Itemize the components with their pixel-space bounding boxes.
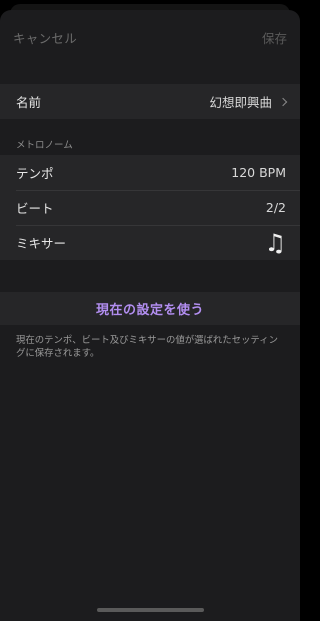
navigation-bar: キャンセル 保存 (0, 10, 300, 64)
tempo-label: テンポ (16, 166, 54, 181)
name-label: 名前 (16, 95, 42, 110)
beat-row[interactable]: ビート 2/2 (0, 190, 300, 225)
beat-value: 2/2 (265, 200, 286, 215)
chevron-right-icon (278, 97, 288, 106)
name-row[interactable]: 名前 幻想即興曲 (0, 84, 300, 119)
tempo-value: 120 BPM (231, 165, 286, 180)
name-group: 名前 幻想即興曲 (0, 84, 300, 119)
use-current-settings-button[interactable]: 現在の設定を使う (96, 299, 204, 318)
mixer-label: ミキサー (16, 236, 67, 251)
footnote-text: 現在のテンポ、ビート及びミキサーの値が選ばれたセッティングに保存されます。 (16, 335, 278, 359)
settings-sheet: キャンセル 保存 名前 幻想即興曲 メトロノーム テンポ 120 BPM ビート… (0, 10, 300, 621)
mixer-row[interactable]: ミキサー ♫ (0, 225, 300, 260)
metronome-section-header: メトロノーム (16, 140, 73, 151)
cancel-button[interactable]: キャンセル (13, 28, 77, 47)
metronome-group: テンポ 120 BPM ビート 2/2 ミキサー ♫ (0, 155, 300, 260)
name-value: 幻想即興曲 (209, 95, 272, 110)
tempo-row[interactable]: テンポ 120 BPM (0, 155, 300, 190)
use-current-settings-group: 現在の設定を使う (0, 292, 300, 325)
save-button[interactable]: 保存 (262, 28, 287, 47)
music-note-icon: ♫ (264, 228, 286, 257)
beat-label: ビート (16, 201, 54, 216)
home-indicator (97, 608, 204, 612)
